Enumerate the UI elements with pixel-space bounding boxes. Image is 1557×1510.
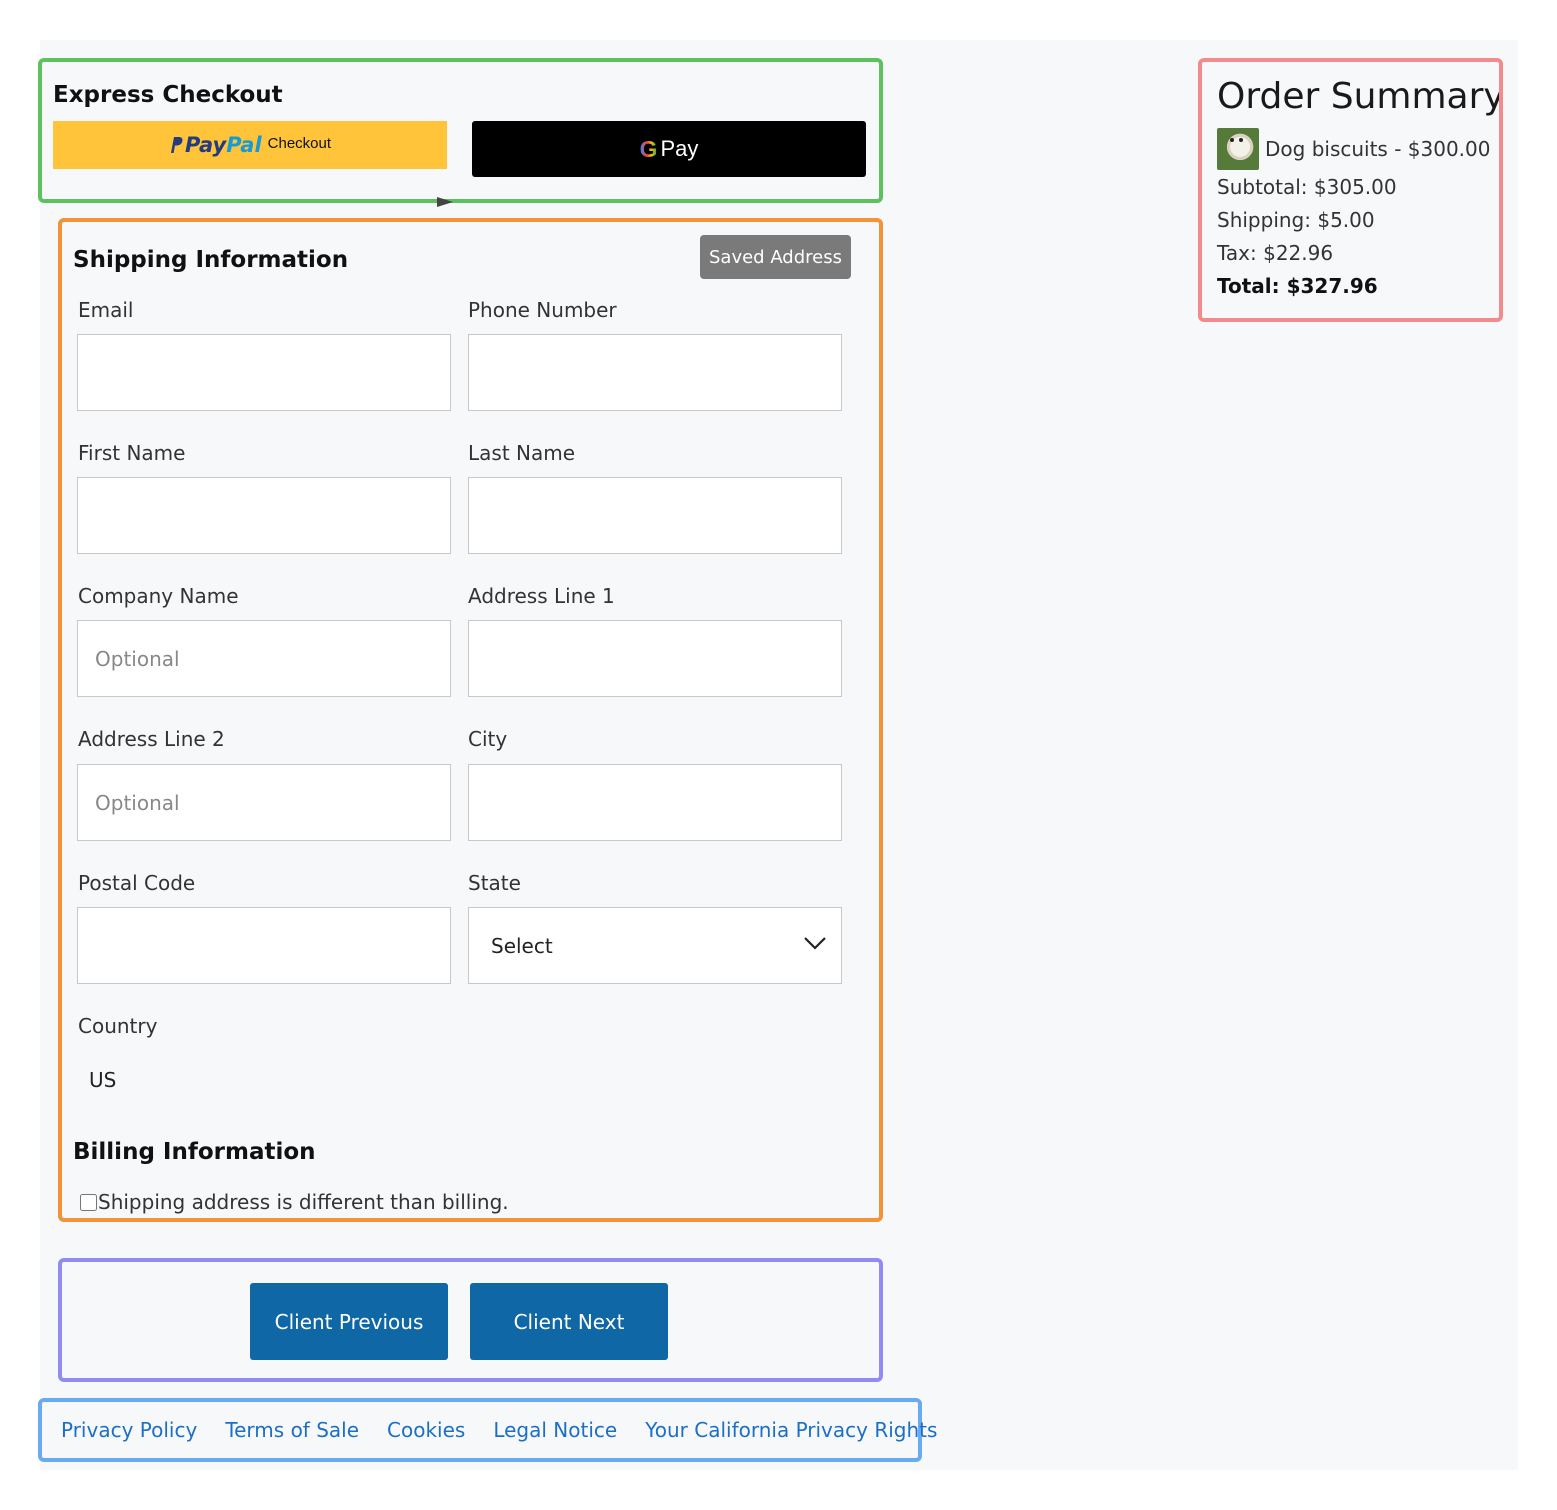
address-line-2-label: Address Line 2: [78, 727, 225, 751]
saved-address-button[interactable]: Saved Address: [700, 235, 851, 279]
paypal-logo-icon: PayPal: [169, 133, 262, 157]
express-checkout-panel: Express Checkout PayPal Checkout G Pay: [38, 58, 883, 203]
paypal-checkout-button[interactable]: PayPal Checkout: [53, 121, 447, 169]
paypal-brand-pal: Pal: [226, 133, 262, 157]
privacy-policy-link[interactable]: Privacy Policy: [61, 1418, 197, 1442]
footer-links: Privacy Policy Terms of Sale Cookies Leg…: [38, 1398, 937, 1462]
postal-code-field[interactable]: [77, 907, 451, 984]
postal-code-label: Postal Code: [78, 871, 196, 895]
order-item: Dog biscuits - $300.00: [1217, 128, 1491, 170]
email-field[interactable]: [77, 334, 451, 411]
billing-different-checkbox[interactable]: [80, 1193, 97, 1211]
company-name-label: Company Name: [78, 584, 239, 608]
city-label: City: [468, 727, 508, 751]
address-line-2-field[interactable]: [77, 764, 451, 841]
play-arrow-icon: [437, 197, 453, 207]
google-pay-label: Pay: [660, 136, 699, 161]
state-select[interactable]: Select: [468, 907, 842, 984]
client-previous-button[interactable]: Client Previous: [250, 1283, 448, 1360]
total-line: Total: $327.96: [1217, 274, 1378, 298]
tax-line: Tax: $22.96: [1217, 241, 1334, 265]
address-line-1-label: Address Line 1: [468, 584, 615, 608]
client-next-button[interactable]: Client Next: [470, 1283, 668, 1360]
company-name-field[interactable]: [77, 620, 451, 697]
last-name-field[interactable]: [468, 477, 842, 554]
country-value: US: [89, 1068, 117, 1092]
google-g-icon: G: [639, 135, 658, 162]
country-label: Country: [78, 1014, 158, 1038]
paypal-p-icon: [170, 137, 183, 153]
paypal-checkout-label: Checkout: [267, 134, 332, 152]
billing-different-label: Shipping address is different than billi…: [98, 1190, 509, 1214]
express-checkout-title: Express Checkout: [53, 82, 283, 108]
cookies-link[interactable]: Cookies: [387, 1418, 465, 1442]
last-name-label: Last Name: [468, 441, 576, 465]
shipping-cost-line: Shipping: $5.00: [1217, 208, 1375, 232]
order-item-label: Dog biscuits - $300.00: [1265, 137, 1491, 161]
email-label: Email: [78, 298, 134, 322]
navigation-panel: Client Previous Client Next: [58, 1258, 883, 1382]
first-name-field[interactable]: [77, 477, 451, 554]
address-line-1-field[interactable]: [468, 620, 842, 697]
state-label: State: [468, 871, 521, 895]
billing-different-row[interactable]: Shipping address is different than billi…: [80, 1190, 509, 1214]
chevron-down-icon: [804, 937, 826, 950]
state-selected-value: Select: [491, 933, 553, 958]
phone-field[interactable]: [468, 334, 842, 411]
shipping-information-panel: Shipping Information Saved Address Email…: [58, 218, 883, 1222]
shipping-information-title: Shipping Information: [73, 247, 349, 273]
order-summary-panel: Order Summary Dog biscuits - $300.00 Sub…: [1198, 58, 1503, 322]
google-pay-button[interactable]: G Pay: [472, 121, 866, 177]
subtotal-line: Subtotal: $305.00: [1217, 175, 1397, 199]
first-name-label: First Name: [78, 441, 186, 465]
california-privacy-rights-link[interactable]: Your California Privacy Rights: [645, 1418, 937, 1442]
phone-label: Phone Number: [468, 298, 617, 322]
billing-information-title: Billing Information: [73, 1139, 316, 1165]
legal-notice-link[interactable]: Legal Notice: [493, 1418, 617, 1442]
city-field[interactable]: [468, 764, 842, 841]
dog-thumbnail-image: [1217, 128, 1259, 170]
paypal-brand-pay: Pay: [184, 133, 227, 157]
order-summary-title: Order Summary: [1217, 76, 1503, 117]
terms-of-sale-link[interactable]: Terms of Sale: [225, 1418, 359, 1442]
